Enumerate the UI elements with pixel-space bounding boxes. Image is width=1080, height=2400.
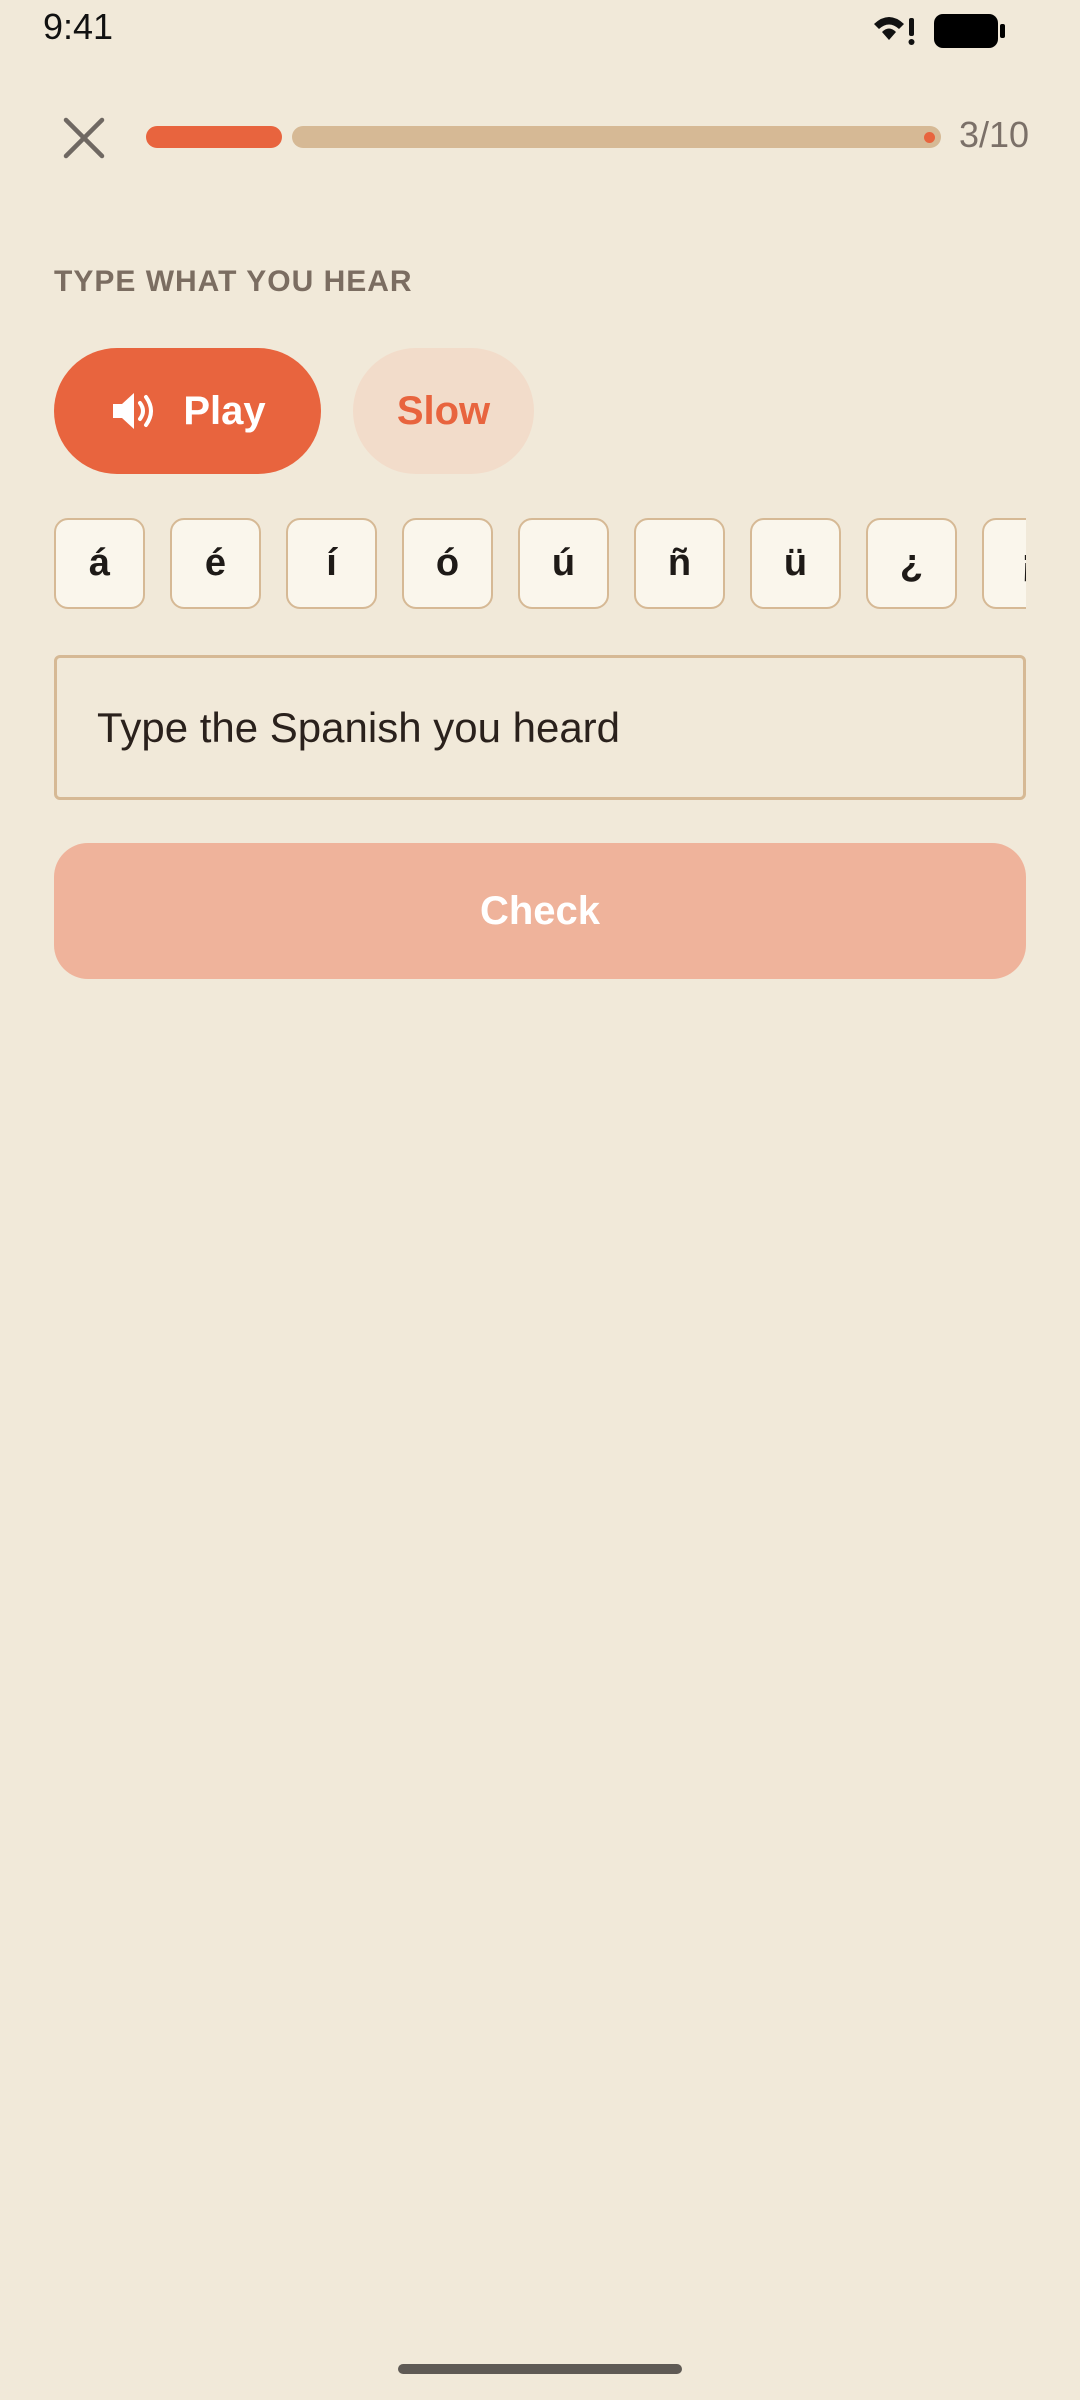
- progress-fill: [146, 126, 282, 148]
- lesson-progress-bar: [146, 126, 941, 148]
- accent-key[interactable]: ó: [402, 518, 493, 609]
- accent-key-row: áéíóúñü ¿ ¡: [54, 518, 1026, 612]
- accent-key[interactable]: é: [170, 518, 261, 609]
- status-time: 9:41: [43, 6, 114, 47]
- accent-key[interactable]: ¿: [866, 518, 957, 609]
- home-indicator[interactable]: [398, 2364, 682, 2374]
- play-button-label: Play: [183, 388, 266, 433]
- battery-full-icon: [934, 14, 1005, 48]
- check-button[interactable]: Check: [54, 843, 1026, 979]
- accent-key[interactable]: ú: [518, 518, 609, 609]
- accent-key[interactable]: ü: [750, 518, 841, 609]
- exercise-prompt: TYPE WHAT YOU HEAR: [54, 265, 413, 298]
- check-button-label: Check: [479, 888, 601, 933]
- answer-input[interactable]: [54, 655, 1026, 800]
- progress-end-dot: [924, 131, 935, 143]
- accent-key[interactable]: í: [286, 518, 377, 609]
- play-audio-button[interactable]: Play: [54, 348, 321, 474]
- accent-key[interactable]: ¡: [982, 518, 1026, 609]
- speaker-icon: [113, 393, 154, 429]
- wifi-alert-icon: [874, 17, 915, 45]
- slow-audio-button[interactable]: Slow: [353, 348, 534, 474]
- accent-key[interactable]: ñ: [634, 518, 725, 609]
- status-bar: 9:41: [0, 0, 1080, 60]
- accent-key[interactable]: á: [54, 518, 145, 609]
- slow-button-label: Slow: [396, 388, 491, 433]
- progress-track: [292, 126, 941, 148]
- close-button[interactable]: [54, 108, 114, 168]
- close-icon: [63, 117, 105, 159]
- progress-counter: 3/10: [959, 114, 1030, 155]
